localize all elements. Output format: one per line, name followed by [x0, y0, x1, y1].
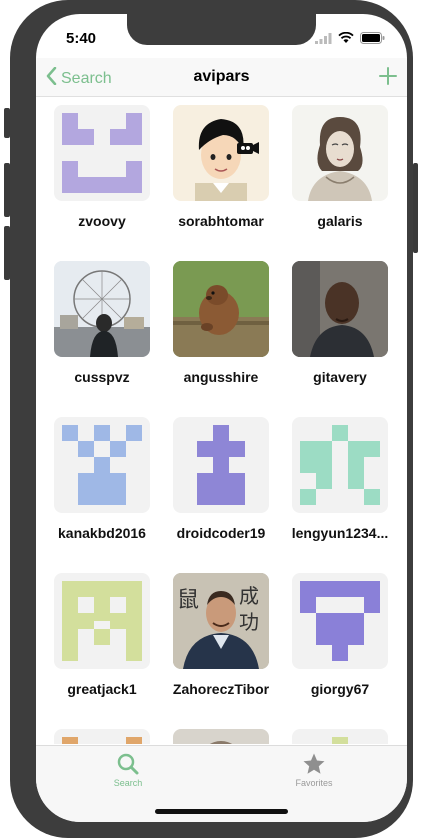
username-label: ZahoreczTibor: [172, 681, 270, 697]
status-icons: [315, 31, 385, 49]
svg-text:成: 成: [239, 584, 259, 608]
status-time: 5:40: [66, 30, 97, 47]
identicon-avatar: [54, 105, 150, 201]
tab-favorites[interactable]: Favorites: [264, 752, 364, 788]
identicon-avatar: [173, 417, 269, 513]
username-label: sorabhtomar: [178, 213, 264, 229]
photo-avatar: [173, 261, 269, 357]
svg-text:功: 功: [239, 610, 259, 634]
notch: [127, 14, 316, 45]
cartoon-avatar: [173, 105, 269, 201]
identicon-avatar: [54, 417, 150, 513]
photo-avatar: [292, 261, 388, 357]
search-icon: [78, 752, 178, 778]
page-title: avipars: [193, 68, 250, 85]
identicon-avatar: [54, 573, 150, 669]
username-label: greatjack1: [67, 681, 137, 697]
svg-text:鼠: 鼠: [177, 588, 199, 613]
username-label: giorgy67: [310, 681, 370, 697]
tab-label: Search: [113, 778, 143, 788]
battery-icon: [360, 31, 385, 49]
wifi-icon: [338, 31, 354, 49]
photo-avatar: [173, 729, 269, 744]
username-label: galaris: [317, 213, 363, 229]
username-label: cusspvz: [74, 369, 130, 385]
navigation-bar: Search avipars: [36, 58, 407, 97]
portrait-avatar: [292, 105, 388, 201]
user-grid: zvoovy sorabhtomar galaris cusspvz angus…: [36, 97, 407, 744]
photo-avatar: [54, 261, 150, 357]
identicon-avatar: [292, 417, 388, 513]
phone-body: 5:40 Search avipars zvoovy sorabhtomar g…: [10, 0, 413, 838]
identicon-avatar: [54, 729, 150, 744]
username-label: angusshire: [183, 369, 259, 385]
device-frame: 5:40 Search avipars zvoovy sorabhtomar g…: [0, 0, 423, 838]
tab-label: Favorites: [295, 778, 333, 788]
power-button: [413, 163, 418, 253]
cellular-signal-icon: [315, 31, 332, 49]
star-icon: [264, 752, 364, 778]
tab-search[interactable]: Search: [78, 752, 178, 788]
screen: 5:40 Search avipars zvoovy sorabhtomar g…: [36, 14, 407, 822]
home-indicator[interactable]: [155, 809, 288, 814]
username-label: kanakbd2016: [58, 525, 146, 541]
identicon-avatar: [292, 729, 388, 744]
username-label: droidcoder19: [176, 525, 266, 541]
identicon-avatar: [292, 573, 388, 669]
username-label: lengyun1234...: [291, 525, 389, 541]
photo-avatar: 成 功 鼠: [173, 573, 269, 669]
username-label: gitavery: [313, 369, 367, 385]
username-label: zvoovy: [78, 213, 126, 229]
add-icon[interactable]: [377, 65, 399, 87]
